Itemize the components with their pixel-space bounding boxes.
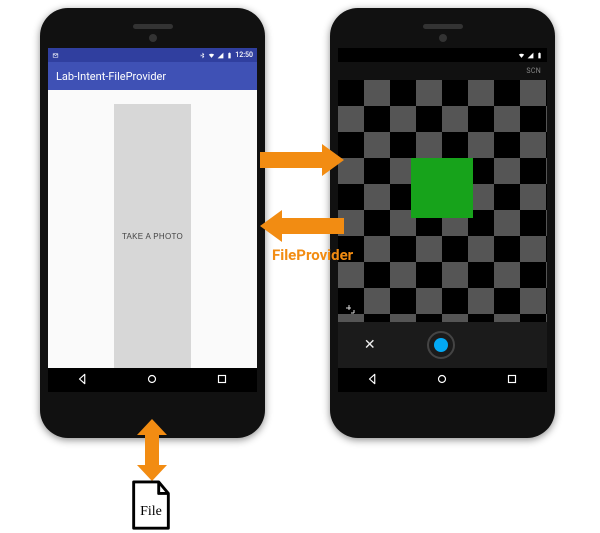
nav-recent-icon[interactable]	[215, 371, 229, 390]
battery-icon	[536, 52, 543, 59]
phone-app-main: 12:50 Lab-Intent-FileProvider TAKE A PHO…	[40, 8, 265, 438]
arrow-result-from-camera	[260, 210, 344, 242]
nav-home-icon[interactable]	[435, 371, 449, 390]
android-status-bar	[338, 48, 547, 62]
phone-earpiece	[439, 34, 447, 42]
android-nav-bar	[338, 368, 547, 392]
camera-top-bar: SCN	[338, 62, 547, 80]
bluetooth-icon	[199, 52, 206, 59]
wifi-icon	[208, 52, 215, 59]
nav-home-icon[interactable]	[145, 371, 159, 390]
viewfinder-target-square	[411, 158, 473, 218]
shutter-dot-icon	[434, 338, 448, 352]
phone-earpiece	[149, 34, 157, 42]
android-nav-bar	[48, 368, 257, 392]
file-label: File	[126, 504, 176, 520]
file-icon: File	[126, 480, 176, 532]
status-time: 12:50	[235, 51, 253, 59]
nav-back-icon[interactable]	[366, 371, 380, 390]
camera-screen: SCN ✕	[338, 48, 547, 392]
phone-camera-app: SCN ✕	[330, 8, 555, 438]
app-title-bar: Lab-Intent-FileProvider	[48, 62, 257, 90]
fileprovider-label: FileProvider	[272, 246, 353, 264]
app-content-area: TAKE A PHOTO	[48, 90, 257, 368]
app-screen: 12:50 Lab-Intent-FileProvider TAKE A PHO…	[48, 48, 257, 392]
nav-back-icon[interactable]	[76, 371, 90, 390]
battery-icon	[226, 52, 233, 59]
camera-controls-bar: ✕	[338, 322, 547, 368]
camera-viewfinder[interactable]	[338, 80, 547, 322]
signal-icon	[217, 52, 224, 59]
take-photo-button[interactable]: TAKE A PHOTO	[114, 104, 191, 368]
signal-icon	[527, 52, 534, 59]
exposure-icon[interactable]	[344, 303, 356, 318]
nav-recent-icon[interactable]	[505, 371, 519, 390]
arrow-app-to-file	[142, 419, 162, 481]
wifi-icon	[518, 52, 525, 59]
camera-mode-label[interactable]: SCN	[526, 67, 541, 75]
camera-shutter-button[interactable]	[427, 331, 455, 359]
app-title: Lab-Intent-FileProvider	[56, 70, 166, 83]
camera-cancel-button[interactable]: ✕	[364, 338, 376, 352]
arrow-intent-to-camera	[260, 144, 344, 176]
android-status-bar: 12:50	[48, 48, 257, 62]
mail-icon	[52, 52, 59, 59]
